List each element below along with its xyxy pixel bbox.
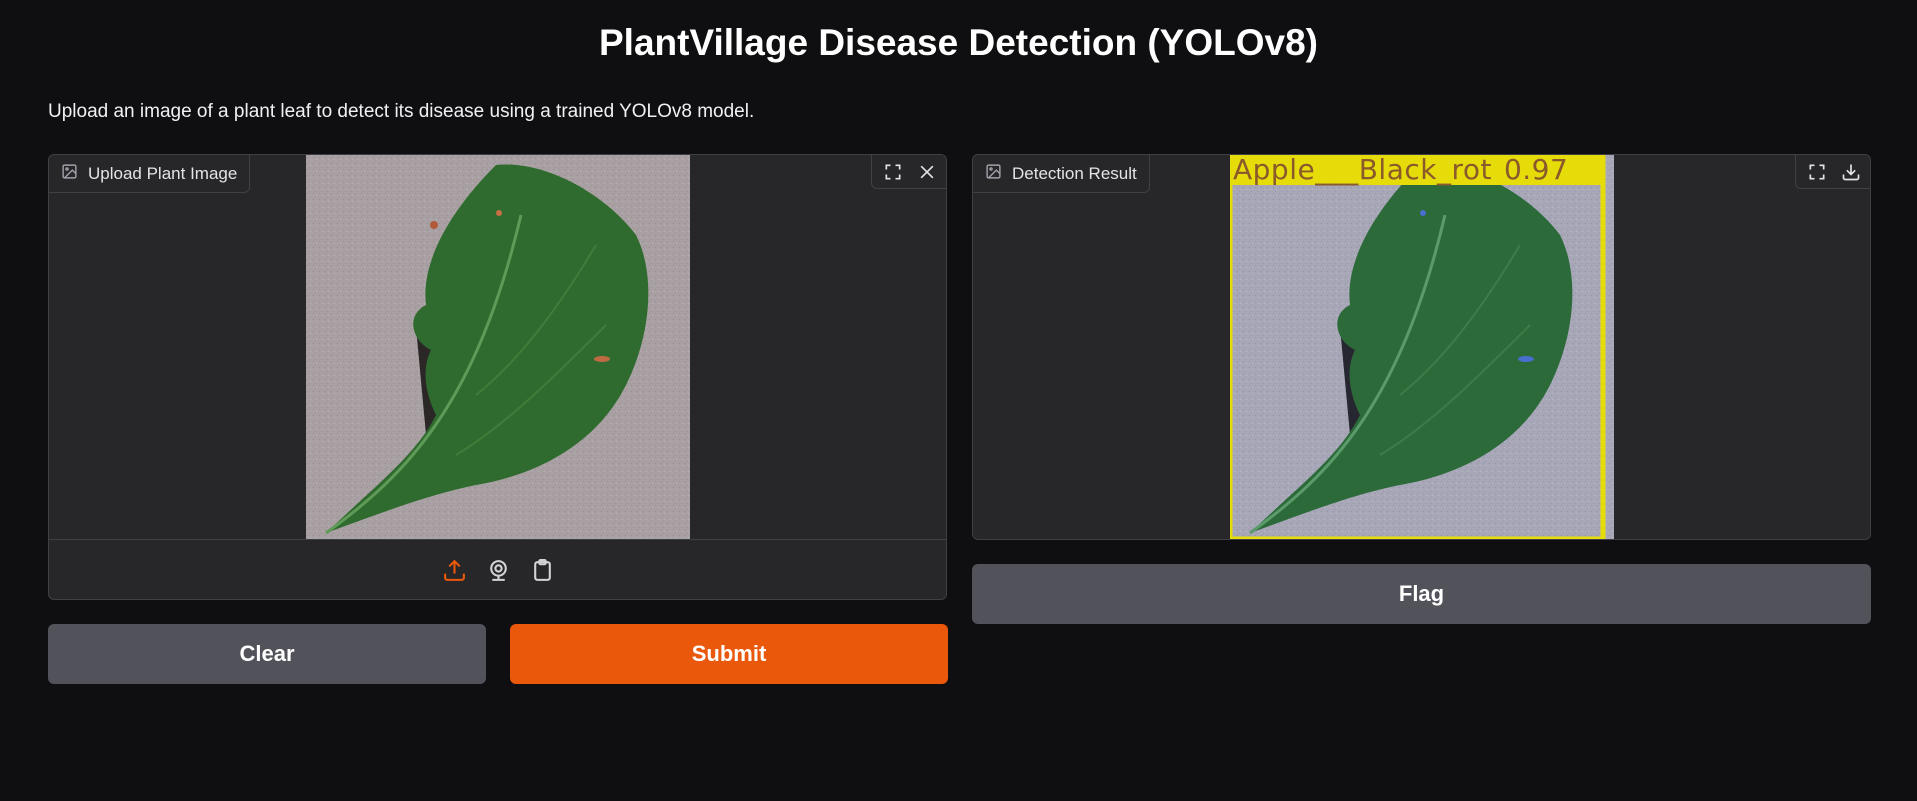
fullscreen-icon[interactable] xyxy=(878,157,908,187)
detection-result-preview: Apple___Black_rot 0.97 xyxy=(973,155,1870,539)
detection-result-panel: Apple___Black_rot 0.97 Detection Result xyxy=(972,154,1871,540)
close-icon[interactable] xyxy=(912,157,942,187)
detection-class-label: Apple___Black_rot xyxy=(1233,155,1492,186)
upload-image-panel[interactable]: Upload Plant Image xyxy=(48,154,947,600)
upload-panel-tools xyxy=(871,155,946,189)
result-panel-tools xyxy=(1795,155,1870,189)
svg-text:Apple___Black_rot0.97: Apple___Black_rot 0.97 xyxy=(1233,155,1568,186)
detection-confidence: 0.97 xyxy=(1504,155,1568,186)
page-description: Upload an image of a plant leaf to detec… xyxy=(48,101,755,122)
app-root: PlantVillage Disease Detection (YOLOv8) … xyxy=(0,0,1917,801)
upload-image-preview[interactable] xyxy=(49,155,946,539)
image-icon xyxy=(985,163,1002,185)
fullscreen-icon[interactable] xyxy=(1802,157,1832,187)
flag-button[interactable]: Flag xyxy=(972,564,1871,624)
upload-panel-label: Upload Plant Image xyxy=(49,155,251,193)
detection-result-image: Apple___Black_rot 0.97 xyxy=(1230,155,1614,539)
submit-button[interactable]: Submit xyxy=(510,624,948,684)
webcam-icon[interactable] xyxy=(482,554,516,588)
image-icon xyxy=(61,163,78,185)
upload-icon[interactable] xyxy=(438,554,472,588)
download-icon[interactable] xyxy=(1836,157,1866,187)
image-source-bar xyxy=(49,539,946,599)
result-panel-label-text: Detection Result xyxy=(1012,163,1137,183)
result-panel-label: Detection Result xyxy=(973,155,1150,193)
page-title: PlantVillage Disease Detection (YOLOv8) xyxy=(598,22,1318,63)
clipboard-icon[interactable] xyxy=(526,554,560,588)
uploaded-leaf-image xyxy=(306,155,690,539)
upload-panel-label-text: Upload Plant Image xyxy=(88,163,238,183)
clear-button[interactable]: Clear xyxy=(48,624,486,684)
